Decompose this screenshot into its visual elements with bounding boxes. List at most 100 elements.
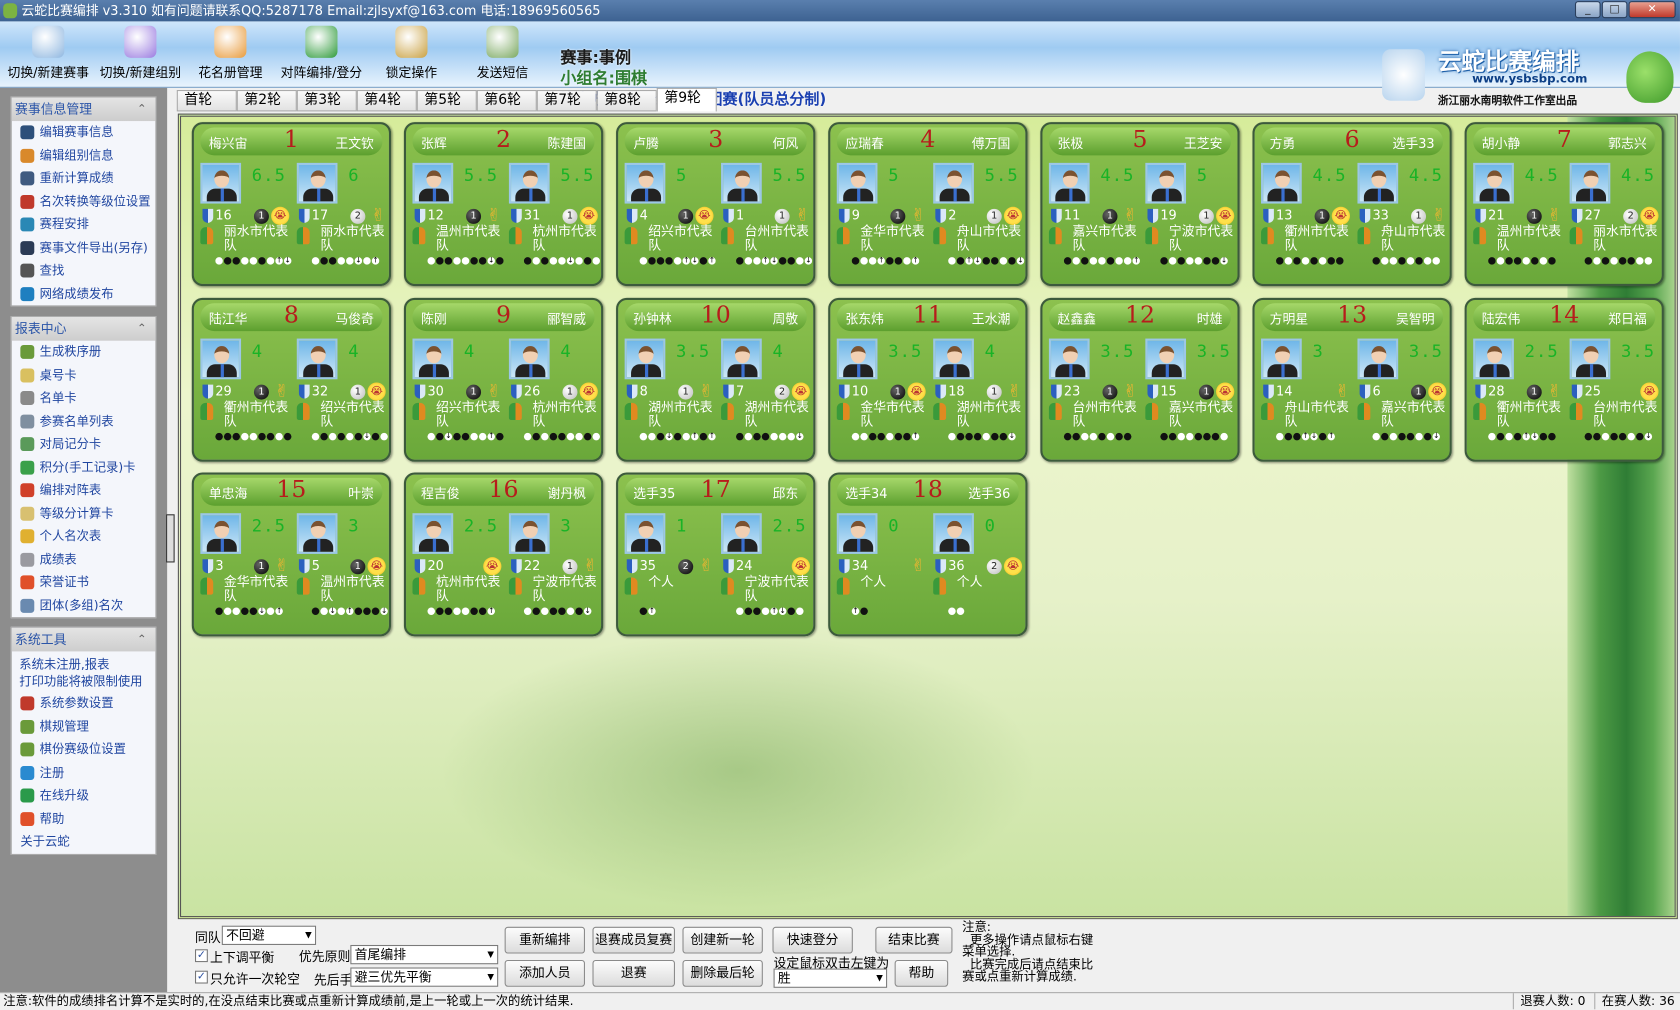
- player[interactable]: 2.5 20 😭 杭州市代表队 ↑: [410, 513, 506, 631]
- player[interactable]: 6 17 2 ✌ 丽水市代表队 ↓ ↑: [295, 162, 391, 281]
- balance-checkbox[interactable]: ✓: [194, 949, 208, 963]
- pairing-card[interactable]: 方明星 13 吴智明 3 14 ✌ 舟山市代表队 ↑ ↓ ↑ 3.5 6 1 😭 嘉兴市代表队 ↓: [1252, 297, 1452, 462]
- pairing-card[interactable]: 单忠海 15 叶崇 2.5 3 1 ✌ 金华市代表队 ↓ ↑ 3 5 1 😭 温州市代表队 ↓ ↑ ↓: [191, 472, 392, 637]
- player[interactable]: 5 4 1 😭 绍兴市代表队 ↑ ↓ ↑: [622, 162, 718, 281]
- player[interactable]: 5.5 2 1 😭 舟山市代表队 ↑ ↓ ↓: [931, 162, 1027, 281]
- sidebar-item[interactable]: 赛程安排: [12, 213, 156, 236]
- pairing-card[interactable]: 选手34 18 选手36 0 34 ✌ 个人 ↑ 0 36 2 😭 个人: [828, 472, 1028, 637]
- tab-round-1[interactable]: 首轮: [176, 89, 237, 112]
- player[interactable]: 3 14 ✌ 舟山市代表队 ↑ ↓ ↑: [1259, 338, 1355, 456]
- sidebar-item[interactable]: 帮助: [12, 807, 156, 830]
- sidebar-item[interactable]: 名次转换等级位设置: [12, 190, 156, 213]
- tab-round-6[interactable]: 第6轮: [476, 89, 537, 112]
- sidebar-item[interactable]: 名单卡: [12, 387, 156, 410]
- tab-round-9[interactable]: 第9轮: [656, 87, 717, 112]
- tab-round-2[interactable]: 第2轮: [236, 89, 297, 112]
- player[interactable]: 4 18 1 ✌ 湖州市代表队 ↓: [931, 338, 1027, 456]
- toolbar-button-5[interactable]: 发送短信: [456, 24, 548, 82]
- player[interactable]: 5 19 1 😭 宁波市代表队 ↓: [1143, 162, 1239, 281]
- pairing-card[interactable]: 张极 5 王芝安 4.5 11 1 ✌ 嘉兴市代表队 ↑ 5 19 1 😭 宁波市代表队 ↓: [1040, 122, 1240, 287]
- sidebar-item[interactable]: 生成秩序册: [12, 341, 156, 364]
- player[interactable]: 4 30 1 ✌ 绍兴市代表队 ↓ ↑: [410, 338, 506, 456]
- sidebar-item[interactable]: 参赛名单列表: [12, 410, 156, 433]
- sidebar-item[interactable]: 棋份赛级位设置: [12, 738, 156, 761]
- end-match-button[interactable]: 结束比赛: [875, 926, 953, 954]
- sidebar-item[interactable]: 团体(多组)名次: [12, 594, 156, 617]
- collapse-chevron-icon[interactable]: ⌃: [137, 97, 147, 121]
- pairing-card[interactable]: 胡小静 7 郭志兴 4.5 21 1 ✌ 温州市代表队 4.5 27 2 😭 丽水市代表队: [1464, 122, 1664, 287]
- player[interactable]: 4 32 1 😭 绍兴市代表队 ↓: [295, 338, 391, 456]
- player[interactable]: 3 22 1 ✌ 宁波市代表队 ↓: [507, 513, 603, 631]
- sidebar-item[interactable]: 桌号卡: [12, 364, 156, 387]
- player[interactable]: 4.5 33 1 ✌ 舟山市代表队: [1355, 162, 1451, 281]
- repair-button[interactable]: 重新编排: [504, 926, 585, 954]
- pairing-card[interactable]: 卢腾 3 何风 5 4 1 😭 绍兴市代表队 ↑ ↓ ↑ 5.5 1 1 ✌ 台州市代表队 ↑ ↓ ↓: [616, 122, 816, 287]
- help-button[interactable]: 帮助: [894, 959, 949, 987]
- sidebar-item[interactable]: 赛事文件导出(另存): [12, 236, 156, 259]
- maximize-button[interactable]: □: [1601, 1, 1628, 19]
- pairing-card[interactable]: 陈刚 9 郦智威 4 30 1 ✌ 绍兴市代表队 ↓ ↑ 4 26 1 😭 杭州市代表队: [403, 297, 604, 462]
- collapse-chevron-icon[interactable]: ⌃: [137, 628, 147, 652]
- priority-select[interactable]: 首尾编排 ▼: [350, 944, 499, 965]
- dblclick-select[interactable]: 胜 ▼: [773, 968, 888, 988]
- sidebar-item[interactable]: 注册: [12, 761, 156, 784]
- player[interactable]: 3.5 10 1 😭 金华市代表队 ↑: [835, 338, 931, 456]
- tab-round-5[interactable]: 第5轮: [416, 89, 477, 112]
- quick-score-button[interactable]: 快速登分: [772, 926, 853, 954]
- sidebar-panel-header[interactable]: 报表中心 ⌃: [11, 317, 156, 341]
- sidebar-item[interactable]: 在线升级: [12, 784, 156, 807]
- pairing-card[interactable]: 应瑞春 4 傅万国 5 9 1 ✌ 金华市代表队 ↑ ↑ 5.5 2 1 😭 舟山市代表队 ↑ ↓ ↓: [828, 122, 1028, 287]
- pairing-card[interactable]: 孙钟林 10 周敬 3.5 8 1 ✌ 湖州市代表队 ↓ ↑ ↑ 4 7 2 😭 湖州市代表队 ↓: [616, 297, 816, 462]
- player[interactable]: 2.5 24 😭 宁波市代表队 ↑ ↓: [719, 513, 815, 631]
- same-team-select[interactable]: 不回避 ▼: [221, 925, 317, 945]
- close-button[interactable]: ✕: [1628, 1, 1676, 19]
- sidebar-item[interactable]: 编排对阵表: [12, 479, 156, 502]
- player[interactable]: 3.5 6 1 😭 嘉兴市代表队 ↓: [1355, 338, 1451, 456]
- sidebar-item[interactable]: 个人名次表: [12, 525, 156, 548]
- sidebar-item[interactable]: 积分(手工记录)卡: [12, 456, 156, 479]
- sidebar-item[interactable]: 重新计算成绩: [12, 167, 156, 190]
- player[interactable]: 0 36 2 😭 个人: [931, 513, 1027, 631]
- sidebar-panel-header[interactable]: 系统工具 ⌃: [11, 627, 156, 652]
- sidebar-item[interactable]: 编辑赛事信息: [12, 121, 156, 144]
- minimize-button[interactable]: _: [1574, 1, 1601, 19]
- rejoin-button[interactable]: 退赛成员复赛: [592, 926, 675, 954]
- color-order-select[interactable]: 避三优先平衡 ▼: [350, 967, 499, 987]
- sidebar-splitter[interactable]: [166, 514, 175, 563]
- sidebar-item[interactable]: 棋规管理: [12, 715, 156, 738]
- sidebar-item[interactable]: 关于云蛇: [12, 830, 156, 853]
- sidebar-item[interactable]: 荣誉证书: [12, 571, 156, 594]
- player[interactable]: 4 29 1 ✌ 衢州市代表队: [198, 338, 294, 456]
- toolbar-button-2[interactable]: 花名册管理: [184, 24, 276, 82]
- player[interactable]: 4.5 11 1 ✌ 嘉兴市代表队 ↑: [1047, 162, 1143, 281]
- sidebar-item[interactable]: 等级分计算卡: [12, 502, 156, 525]
- player[interactable]: 4 26 1 😭 杭州市代表队: [507, 338, 603, 456]
- toolbar-button-4[interactable]: 锁定操作: [365, 24, 457, 82]
- pairing-card[interactable]: 程吉俊 16 谢丹枫 2.5 20 😭 杭州市代表队 ↑ 3 22 1 ✌ 宁波市代表队 ↓: [403, 472, 604, 637]
- sidebar-panel-header[interactable]: 赛事信息管理 ⌃: [11, 97, 156, 122]
- pairing-card[interactable]: 张辉 2 陈建国 5.5 12 1 ✌ 温州市代表队 ↓ 5.5 31 1 😭 杭州市代表队 ↓: [403, 122, 604, 287]
- sidebar-item[interactable]: 系统参数设置: [12, 692, 156, 715]
- player[interactable]: 5 9 1 ✌ 金华市代表队 ↑ ↑: [835, 162, 931, 281]
- player[interactable]: 5.5 12 1 ✌ 温州市代表队 ↓: [410, 162, 506, 281]
- sidebar-item[interactable]: 查找: [12, 259, 156, 282]
- player[interactable]: 3.5 8 1 ✌ 湖州市代表队 ↓ ↑ ↑: [622, 338, 718, 456]
- pairing-card[interactable]: 梅兴宙 1 王文钦 6.5 16 1 😭 丽水市代表队 ↑ ↓ 6 17 2 ✌ 丽水市代表队 ↓ ↑: [191, 122, 392, 287]
- toolbar-button-1[interactable]: 切换/新建组别: [94, 24, 186, 82]
- player[interactable]: 3.5 25 😭 台州市代表队 ↓: [1567, 338, 1663, 456]
- player[interactable]: 2.5 3 1 ✌ 金华市代表队 ↓ ↑: [198, 513, 294, 631]
- player[interactable]: 4 7 2 😭 湖州市代表队 ↓: [719, 338, 815, 456]
- withdraw-button[interactable]: 退赛: [592, 959, 675, 987]
- pairing-card[interactable]: 方勇 6 选手33 4.5 13 1 😭 衢州市代表队 4.5 33 1 ✌ 舟山市代表队: [1252, 122, 1452, 287]
- player[interactable]: 5.5 31 1 😭 杭州市代表队 ↓: [507, 162, 603, 281]
- player[interactable]: 2.5 28 1 ✌ 衢州市代表队 ↑ ↓: [1471, 338, 1567, 456]
- toolbar-button-0[interactable]: 切换/新建赛事: [2, 24, 94, 82]
- sidebar-item[interactable]: 编辑组别信息: [12, 144, 156, 167]
- sidebar-item[interactable]: 成绩表: [12, 548, 156, 571]
- add-player-button[interactable]: 添加人员: [504, 959, 585, 987]
- pairing-card[interactable]: 陆江华 8 马俊奇 4 29 1 ✌ 衢州市代表队 4 32 1 😭 绍兴市代表队 ↓: [191, 297, 392, 462]
- pairing-card[interactable]: 选手35 17 邱东 1 35 2 ✌ 个人 ↑ 2.5 24 😭 宁波市代表队 ↑ ↓: [616, 472, 816, 637]
- bye-checkbox[interactable]: ✓: [194, 970, 208, 984]
- player[interactable]: 1 35 2 ✌ 个人 ↑: [622, 513, 718, 631]
- pairing-card[interactable]: 赵鑫鑫 12 时雄 3.5 23 1 ✌ 台州市代表队 3.5 15 1 😭 嘉兴市代表队: [1040, 297, 1240, 462]
